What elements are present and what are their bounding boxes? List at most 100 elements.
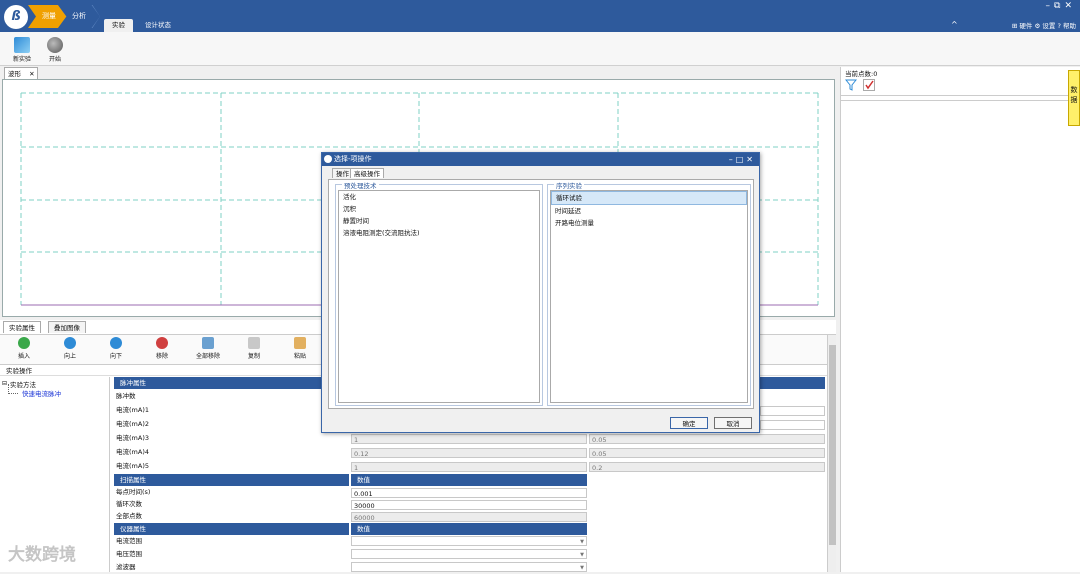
tab-advanced-operation[interactable]: 高级操作: [350, 168, 384, 178]
point-count: 当前点数:0: [845, 70, 878, 78]
paste-button[interactable]: 粘贴: [283, 337, 317, 360]
pretreatment-group: 预处理技术 活化 沉积 静置时间 溶液电阻测定(交流阻抗法): [335, 180, 543, 406]
side-tab-data[interactable]: 数据: [1068, 70, 1080, 126]
divider: [841, 95, 1080, 101]
tree-item-fast-current-pulse[interactable]: 快速电流脉冲: [22, 388, 61, 398]
properties-scrollbar[interactable]: [827, 335, 836, 572]
list-item[interactable]: 开路电位测量: [551, 217, 747, 229]
tab-waveform[interactable]: 波形 ✕: [4, 67, 38, 79]
total-points-value: 60000: [351, 512, 587, 522]
list-item[interactable]: 静置时间: [339, 215, 539, 227]
insert-icon: [18, 337, 30, 349]
cancel-button[interactable]: 取消: [714, 417, 752, 429]
filter-select[interactable]: ▼: [351, 562, 587, 572]
waveform-tab-label: 波形: [8, 70, 21, 78]
filter-icon[interactable]: [844, 79, 858, 91]
new-experiment-icon: [14, 37, 30, 53]
row-label: 电流范围: [116, 537, 142, 545]
list-item[interactable]: 溶液电阻测定(交流阻抗法): [339, 227, 539, 239]
collapse-ribbon-icon[interactable]: ^: [951, 20, 958, 29]
current-range-select[interactable]: ▼: [351, 536, 587, 546]
value-cell: 0.12: [351, 448, 587, 458]
dialog-body: 预处理技术 活化 沉积 静置时间 溶液电阻测定(交流阻抗法) 序列实验 循环试验…: [328, 179, 754, 409]
row-label: 电流(mA)2: [116, 420, 149, 428]
voltage-range-select[interactable]: ▼: [351, 549, 587, 559]
value-cell: 0.2: [589, 462, 825, 472]
row-label: 电流(mA)1: [116, 406, 149, 414]
tab-design-status[interactable]: 设计状态: [137, 19, 179, 32]
arrow-down-icon: [110, 337, 122, 349]
list-item[interactable]: 时间延迟: [551, 205, 747, 217]
list-item-selected[interactable]: 循环试验: [551, 191, 747, 205]
row-label: 电流(mA)3: [116, 434, 149, 442]
chevron-down-icon: ▼: [580, 552, 584, 558]
cycle-count-input[interactable]: 30000: [351, 500, 587, 510]
tab-experiment[interactable]: 实验: [104, 19, 133, 32]
scrollbar-thumb[interactable]: [829, 345, 836, 545]
pretreatment-list: 活化 沉积 静置时间 溶液电阻测定(交流阻抗法): [338, 190, 540, 403]
ok-button[interactable]: 确定: [670, 417, 708, 429]
row-label: 滤波器: [116, 563, 136, 571]
move-down-label: 向下: [109, 353, 122, 360]
insert-button[interactable]: 插入: [7, 337, 41, 360]
sequence-list: 循环试验 时间延迟 开路电位测量: [550, 190, 748, 403]
close-icon[interactable]: ✕: [1064, 1, 1076, 11]
hardware-link[interactable]: 硬件: [1019, 22, 1032, 30]
chevron-down-icon: ▼: [580, 539, 584, 545]
arrow-up-icon: [64, 337, 76, 349]
list-item[interactable]: 活化: [339, 191, 539, 203]
tree-expander-icon[interactable]: ⊟: [2, 380, 7, 387]
pretreatment-group-title: 预处理技术: [342, 180, 379, 190]
new-experiment-label: 新实验: [12, 56, 31, 63]
remove-all-button[interactable]: 全部移除: [191, 337, 225, 360]
move-up-label: 向上: [63, 353, 76, 360]
move-up-button[interactable]: 向上: [53, 337, 87, 360]
instrument-section-header: 仪器属性: [114, 523, 349, 535]
scan-section-header: 扫描属性: [114, 474, 349, 486]
copy-button[interactable]: 复制: [237, 337, 271, 360]
check-icon[interactable]: [863, 79, 875, 91]
row-label: 电流(mA)5: [116, 462, 149, 470]
row-label: 全部点数: [116, 512, 142, 520]
tab-overlay-image[interactable]: 叠加图像: [48, 321, 86, 333]
minimize-icon[interactable]: –: [729, 155, 736, 164]
help-link[interactable]: 帮助: [1063, 22, 1076, 30]
select-operation-dialog: 选择-项操作 –□✕ 操作 高级操作 预处理技术 活化 沉积 静置时间 溶液电阻…: [321, 152, 760, 433]
close-tab-icon[interactable]: ✕: [29, 70, 34, 78]
top-right-tools: ⊞ 硬件 ⚙ 设置 ? 帮助: [1012, 20, 1076, 30]
insert-label: 插入: [17, 353, 30, 360]
move-down-button[interactable]: 向下: [99, 337, 133, 360]
value-cell: 1: [351, 462, 587, 472]
tree-connector: [8, 384, 18, 394]
settings-link[interactable]: 设置: [1042, 22, 1055, 30]
time-per-point-input[interactable]: 0.001: [351, 488, 587, 498]
minimize-icon[interactable]: –: [1046, 1, 1055, 11]
trash-icon: [202, 337, 214, 349]
app-logo: ß: [4, 5, 28, 29]
maximize-icon[interactable]: □: [736, 155, 747, 164]
title-bar: ß 测量 分析 实验 设计状态 ^ –⧉✕ ⊞ 硬件 ⚙ 设置 ? 帮助: [0, 0, 1080, 32]
new-experiment-button[interactable]: 新实验: [7, 35, 37, 65]
gear-icon: ⚙: [1034, 22, 1041, 30]
value-cell[interactable]: [760, 420, 825, 430]
instrument-value-header: 数值: [351, 523, 587, 535]
list-item[interactable]: 沉积: [339, 203, 539, 215]
copy-label: 复制: [247, 353, 260, 360]
tab-experiment-properties[interactable]: 实验属性: [3, 321, 41, 333]
data-panel: 当前点数:0: [840, 67, 1080, 572]
dialog-app-icon: [324, 155, 332, 163]
start-icon: [47, 37, 63, 53]
start-button[interactable]: 开始: [40, 35, 70, 65]
close-icon[interactable]: ✕: [746, 155, 756, 164]
watermark: 大数跨境: [8, 545, 76, 565]
value-cell: 1: [351, 434, 587, 444]
remove-button[interactable]: 移除: [145, 337, 179, 360]
scan-value-header: 数值: [351, 474, 587, 486]
restore-icon[interactable]: ⧉: [1054, 1, 1064, 11]
value-cell[interactable]: [760, 406, 825, 416]
row-label: 电流(mA)4: [116, 448, 149, 456]
value-cell: 0.05: [589, 448, 825, 458]
row-label: 电压范围: [116, 550, 142, 558]
dialog-window-controls: –□✕: [729, 153, 756, 166]
value-cell: 0.05: [589, 434, 825, 444]
